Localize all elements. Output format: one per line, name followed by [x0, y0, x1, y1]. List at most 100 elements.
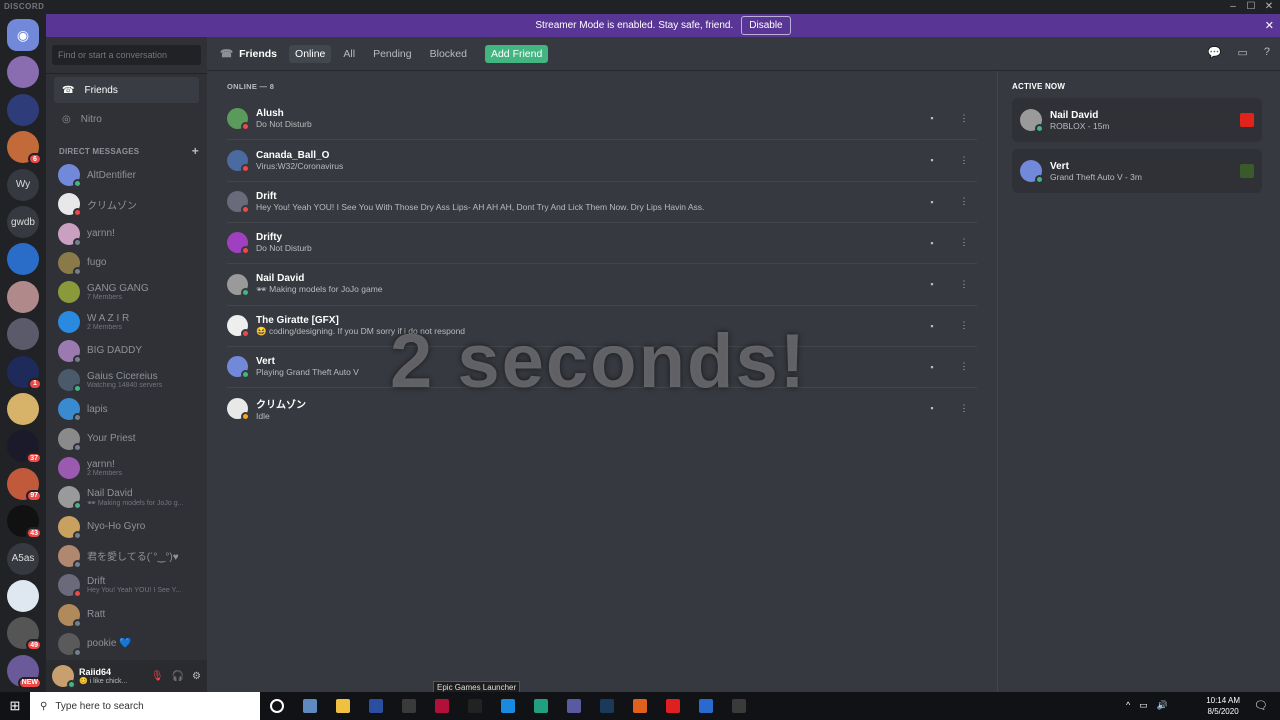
more-icon[interactable]: ⋮	[955, 109, 973, 127]
guild-icon[interactable]	[7, 93, 39, 126]
avatar[interactable]	[52, 665, 76, 689]
active-now-card[interactable]: Vert Grand Theft Auto V - 3m	[1012, 149, 1262, 193]
volume-icon[interactable]: 🔊	[1157, 700, 1168, 711]
taskbar-search[interactable]: ⚲ Type here to search	[30, 692, 260, 720]
message-icon[interactable]: ▪	[923, 399, 941, 417]
close-window-icon[interactable]: ✕	[1260, 0, 1278, 14]
active-now-card[interactable]: Nail David ROBLOX - 15m	[1012, 98, 1262, 142]
headphones-icon[interactable]: 🎧	[172, 671, 184, 682]
add-friend-button[interactable]: Add Friend	[484, 44, 549, 63]
network-icon[interactable]: ▭	[1139, 700, 1148, 711]
guild-icon[interactable]: NEW	[7, 654, 42, 689]
dm-item[interactable]: 君を愛してる(´°‿°)♥	[54, 542, 199, 570]
guild-icon[interactable]: 49	[7, 617, 42, 652]
taskbar-app-icon[interactable]	[326, 692, 359, 720]
tab-pending[interactable]: Pending	[373, 48, 412, 60]
more-icon[interactable]: ⋮	[955, 151, 973, 169]
dm-item[interactable]: Gaius Cicereius Watching 14840 servers	[54, 366, 199, 394]
guild-icon[interactable]	[7, 243, 39, 276]
more-icon[interactable]: ⋮	[955, 275, 973, 293]
friend-row[interactable]: Canada_Ball_O Virus:W32/Coronavirus ▪ ⋮	[227, 139, 977, 180]
dm-item[interactable]: W A Z I R2 Members	[54, 308, 199, 336]
mute-icon[interactable]: 🎙	[151, 671, 164, 682]
dm-item[interactable]: yarnn!	[54, 220, 199, 248]
tab-all[interactable]: All	[343, 48, 355, 60]
dm-item[interactable]: lapis	[54, 395, 199, 423]
more-icon[interactable]: ⋮	[955, 234, 973, 252]
friend-row[interactable]: Nail David 🕶 Making models for JoJo game ▪…	[227, 263, 977, 304]
maximize-icon[interactable]: ☐	[1242, 0, 1260, 14]
help-icon[interactable]: ?	[1264, 46, 1270, 59]
taskbar-app-icon[interactable]	[359, 692, 392, 720]
taskbar-app-icon[interactable]	[656, 692, 689, 720]
close-icon[interactable]: ✕	[1265, 19, 1274, 32]
guild-icon[interactable]: 43	[7, 505, 42, 540]
dm-item[interactable]: pookie 💙	[54, 630, 199, 658]
friend-row[interactable]: Alush Do Not Disturb ▪ ⋮	[227, 98, 977, 139]
message-icon[interactable]: ▪	[923, 193, 941, 211]
message-icon[interactable]: ▪	[923, 109, 941, 127]
tab-blocked[interactable]: Blocked	[430, 48, 467, 60]
more-icon[interactable]: ⋮	[955, 399, 973, 417]
taskbar-app-icon[interactable]	[491, 692, 524, 720]
taskbar-app-icon[interactable]	[524, 692, 557, 720]
home-button[interactable]: ◉	[7, 19, 39, 51]
dm-item[interactable]: fugo	[54, 249, 199, 277]
guild-icon[interactable]	[7, 56, 39, 89]
guild-icon[interactable]	[7, 393, 39, 425]
taskbar-app-icon[interactable]	[425, 692, 458, 720]
dm-item[interactable]: GANG GANG 7 Members	[54, 278, 199, 306]
minimize-icon[interactable]: –	[1224, 0, 1242, 14]
guild-icon[interactable]: Wy	[7, 168, 39, 201]
taskbar-app-icon[interactable]	[590, 692, 623, 720]
guild-icon[interactable]	[7, 318, 39, 351]
taskbar-app-icon[interactable]	[458, 692, 491, 720]
dm-item[interactable]: BIG DADDY	[54, 337, 199, 365]
windows-start-icon[interactable]: ⊞	[0, 692, 30, 720]
nav-friends[interactable]: ☎ Friends	[54, 77, 199, 103]
dm-item[interactable]: Ratt	[54, 601, 199, 629]
dm-item[interactable]: クリムゾン	[54, 190, 199, 218]
more-icon[interactable]: ⋮	[955, 358, 973, 376]
message-icon[interactable]: ▪	[923, 317, 941, 335]
dm-item[interactable]: yarnn! 2 Members	[54, 454, 199, 482]
search-input[interactable]: Find or start a conversation	[52, 45, 201, 65]
guild-icon[interactable]: 6	[7, 131, 42, 166]
taskbar-app-icon[interactable]	[260, 692, 293, 720]
message-icon[interactable]: ▪	[923, 151, 941, 169]
taskbar-app-icon[interactable]	[623, 692, 656, 720]
guild-icon[interactable]: A5as	[7, 542, 39, 575]
dm-item[interactable]: Your Priest	[54, 425, 199, 453]
notification-icon[interactable]: 🗨	[1254, 699, 1268, 712]
inbox-icon[interactable]: ▭	[1237, 46, 1247, 59]
gear-icon[interactable]: ⚙	[192, 671, 201, 682]
dm-item[interactable]: Nail David 🕶 Making models for JoJo g...	[54, 483, 199, 511]
taskbar-app-icon[interactable]	[293, 692, 326, 720]
message-icon[interactable]: ▪	[923, 234, 941, 252]
guild-icon[interactable]: 97	[7, 467, 42, 502]
taskbar-app-icon[interactable]	[689, 692, 722, 720]
dm-item[interactable]: AltDentifier	[54, 161, 199, 189]
disable-button[interactable]: Disable	[741, 16, 791, 35]
chevron-up-icon[interactable]: ^	[1126, 700, 1130, 711]
new-group-dm-icon[interactable]: 💬	[1208, 46, 1222, 59]
more-icon[interactable]: ⋮	[955, 193, 973, 211]
guild-icon[interactable]: 1	[7, 355, 42, 390]
add-dm-icon[interactable]: +	[192, 144, 199, 158]
taskbar-clock[interactable]: 10:14 AM 8/5/2020	[1206, 695, 1240, 717]
taskbar-app-icon[interactable]	[392, 692, 425, 720]
nav-nitro[interactable]: ◎ Nitro	[54, 106, 199, 132]
more-icon[interactable]: ⋮	[955, 317, 973, 335]
tab-online[interactable]: Online	[289, 44, 332, 63]
dm-item[interactable]: Drift Hey You! Yeah YOU! I See Y...	[54, 571, 199, 599]
guild-icon[interactable]	[7, 280, 39, 313]
message-icon[interactable]: ▪	[923, 358, 941, 376]
dm-item[interactable]: Nyo-Ho Gyro	[54, 513, 199, 541]
taskbar-app-icon[interactable]	[557, 692, 590, 720]
taskbar-app-icon[interactable]	[722, 692, 755, 720]
guild-icon[interactable]: 37	[7, 430, 42, 465]
guild-icon[interactable]	[7, 580, 39, 612]
message-icon[interactable]: ▪	[923, 275, 941, 293]
friend-row[interactable]: Drift Hey You! Yeah YOU! I See You With T…	[227, 180, 977, 222]
guild-icon[interactable]: gwdb	[7, 206, 39, 238]
